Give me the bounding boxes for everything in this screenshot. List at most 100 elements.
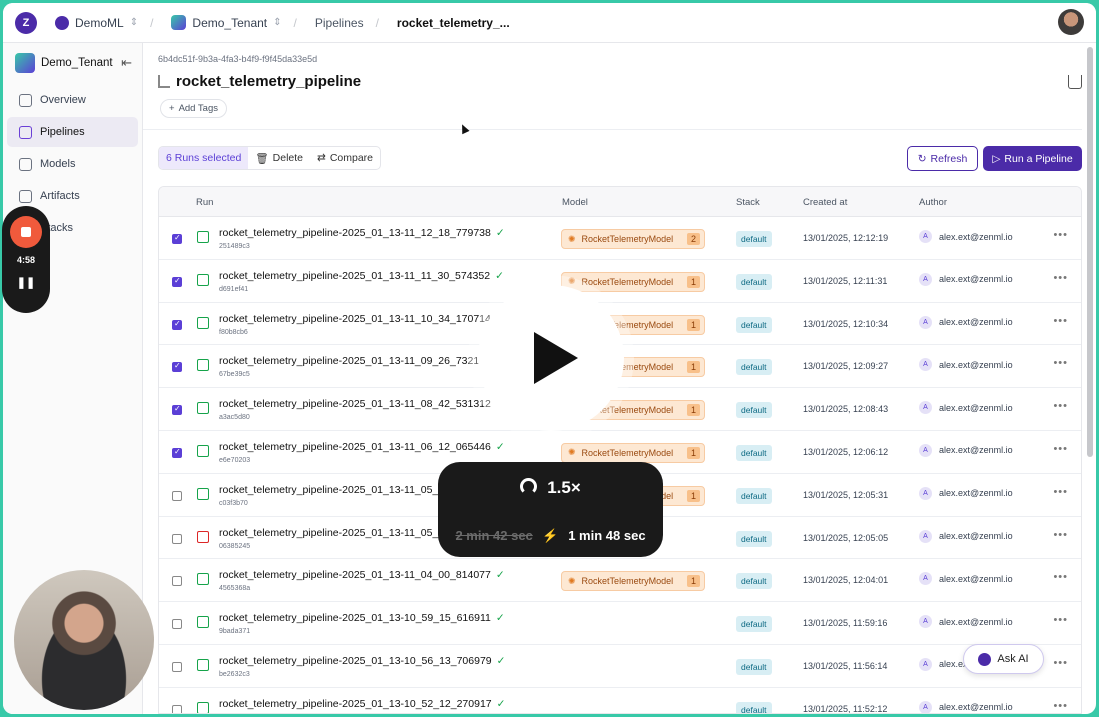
row-menu-icon[interactable]: ••• [1053,272,1068,284]
column-header-author[interactable]: Author [919,197,947,208]
sidebar-item-models[interactable]: Models [7,149,138,179]
stack-badge[interactable]: default [736,402,772,419]
row-menu-icon[interactable]: ••• [1053,700,1068,712]
model-badge[interactable]: ✺ RocketTelemetryModel 1 [561,271,705,292]
run-name[interactable]: rocket_telemetry_pipeline-2025_01_13-10_… [219,612,505,624]
row-menu-icon[interactable]: ••• [1053,400,1068,412]
run-name[interactable]: rocket_telemetry_pipeline-2025_01_13-11_… [219,398,505,410]
run-name[interactable]: rocket_telemetry_pipeline-2025_01_13-11_… [219,313,505,325]
row-checkbox[interactable] [172,276,182,287]
run-name-text[interactable]: rocket_telemetry_pipeline-2025_01_13-11_… [219,227,491,239]
sidebar-tenant[interactable]: Demo_Tenant ⇤ [3,43,142,83]
row-menu-icon[interactable]: ••• [1053,657,1068,669]
run-name[interactable]: rocket_telemetry_pipeline-2025_01_13-11_… [219,484,458,496]
run-name-text[interactable]: rocket_telemetry_pipeline-2025_01_13-11_… [219,398,491,410]
column-header-model[interactable]: Model [562,197,588,208]
run-name[interactable]: rocket_telemetry_pipeline-2025_01_13-11_… [219,527,444,539]
run-name[interactable]: rocket_telemetry_pipeline-2025_01_13-11_… [219,569,505,581]
row-checkbox[interactable] [172,361,182,373]
row-menu-icon[interactable]: ••• [1053,357,1068,369]
row-menu-icon[interactable]: ••• [1053,486,1068,498]
compare-button[interactable]: ⇄ Compare [310,147,380,169]
run-pipeline-button[interactable]: ▷ Run a Pipeline [983,146,1082,171]
run-name-text[interactable]: rocket_telemetry_pipeline-2025_01_13-11_… [219,484,444,496]
stack-badge[interactable]: default [736,530,772,547]
row-checkbox[interactable] [172,233,182,244]
run-name-text[interactable]: rocket_telemetry_pipeline-2025_01_13-11_… [219,355,485,367]
table-row[interactable]: rocket_telemetry_pipeline-2025_01_13-10_… [159,645,1081,688]
table-row[interactable]: rocket_telemetry_pipeline-2025_01_13-11_… [159,559,1081,603]
refresh-button[interactable]: ↻ Refresh [907,146,978,171]
stack-badge[interactable]: default [736,316,772,333]
row-checkbox[interactable] [172,404,182,416]
row-menu-icon[interactable]: ••• [1053,229,1068,241]
table-row[interactable]: rocket_telemetry_pipeline-2025_01_13-11_… [159,388,1081,431]
run-name-text[interactable]: rocket_telemetry_pipeline-2025_01_13-10_… [219,698,492,710]
stack-badge[interactable]: default [736,616,772,633]
add-tags-button[interactable]: + Add Tags [160,99,228,118]
scrollbar[interactable] [1087,47,1093,457]
stack-badge[interactable]: default [736,273,772,290]
row-checkbox[interactable] [172,661,182,672]
table-row[interactable]: rocket_telemetry_pipeline-2025_01_13-10_… [159,688,1081,713]
user-avatar[interactable] [1058,9,1084,35]
run-name-text[interactable]: rocket_telemetry_pipeline-2025_01_13-11_… [219,270,490,282]
run-name-text[interactable]: rocket_telemetry_pipeline-2025_01_13-10_… [219,655,492,667]
sidebar-item-pipelines[interactable]: Pipelines [7,117,138,147]
run-name[interactable]: rocket_telemetry_pipeline-2025_01_13-11_… [219,441,505,453]
row-menu-icon[interactable]: ••• [1053,571,1068,583]
row-checkbox[interactable] [172,576,182,587]
stack-badge[interactable]: default [736,487,772,504]
row-checkbox[interactable] [172,447,182,458]
ask-ai-button[interactable]: Ask AI [963,644,1044,674]
run-name-text[interactable]: rocket_telemetry_pipeline-2025_01_13-11_… [219,569,491,581]
stop-recording-button[interactable] [10,216,42,248]
row-menu-icon[interactable]: ••• [1053,529,1068,541]
run-name[interactable]: rocket_telemetry_pipeline-2025_01_13-11_… [219,270,504,282]
stack-badge[interactable]: default [736,701,772,713]
delete-button[interactable]: 🗑 Delete [248,147,310,169]
new-duration: 1 min 48 sec [568,528,646,543]
collapse-sidebar-icon[interactable]: ⇤ [121,55,132,71]
model-badge[interactable]: ✺ RocketTelemetryModel 1 [561,571,705,592]
stack-badge[interactable]: default [736,444,772,461]
run-name[interactable]: rocket_telemetry_pipeline-2025_01_13-10_… [219,655,505,667]
share-icon[interactable] [1068,75,1082,89]
row-checkbox[interactable] [172,319,182,330]
lightning-icon: ⚡ [542,528,559,543]
model-badge[interactable]: ✺ RocketTelemetryModel 2 [561,229,705,249]
table-row[interactable]: rocket_telemetry_pipeline-2025_01_13-10_… [159,602,1081,645]
pause-icon[interactable]: ❚❚ [2,276,50,289]
org-switcher[interactable]: DemoML ⇕ [55,15,138,30]
tenant-switcher[interactable]: Demo_Tenant ⇕ [171,15,282,30]
row-menu-icon[interactable]: ••• [1053,315,1068,327]
run-name[interactable]: rocket_telemetry_pipeline-2025_01_13-11_… [219,227,505,239]
model-badge[interactable]: ✺ RocketTelemetryModel 1 [561,442,705,463]
original-duration: 2 min 42 sec [455,528,533,543]
column-header-stack[interactable]: Stack [736,197,760,208]
table-row[interactable]: rocket_telemetry_pipeline-2025_01_13-11_… [159,260,1081,303]
row-checkbox[interactable] [172,533,182,544]
zenml-logo-icon[interactable]: Z [15,11,37,34]
column-header-run[interactable]: Run [196,197,213,208]
stack-badge[interactable]: default [736,573,772,590]
stack-badge[interactable]: default [736,231,772,247]
run-name-text[interactable]: rocket_telemetry_pipeline-2025_01_13-11_… [219,313,491,325]
run-name[interactable]: rocket_telemetry_pipeline-2025_01_13-10_… [219,698,505,710]
run-name-text[interactable]: rocket_telemetry_pipeline-2025_01_13-10_… [219,612,491,624]
table-row[interactable]: rocket_telemetry_pipeline-2025_01_13-11_… [159,217,1081,260]
row-menu-icon[interactable]: ••• [1053,614,1068,626]
row-menu-icon[interactable]: ••• [1053,443,1068,455]
stack-badge[interactable]: default [736,359,772,376]
row-checkbox[interactable] [172,704,182,713]
run-name-text[interactable]: rocket_telemetry_pipeline-2025_01_13-11_… [219,441,491,453]
run-name-text[interactable]: rocket_telemetry_pipeline-2025_01_13-11_… [219,527,444,539]
breadcrumb-pipelines[interactable]: Pipelines [315,16,364,30]
play-icon[interactable] [478,285,624,431]
column-header-created[interactable]: Created at [803,197,847,208]
sidebar-item-overview[interactable]: Overview [7,85,138,115]
row-checkbox[interactable] [172,490,182,501]
run-name[interactable]: rocket_telemetry_pipeline-2025_01_13-11_… [219,355,499,367]
row-checkbox[interactable] [172,619,182,630]
stack-badge[interactable]: default [736,658,772,675]
